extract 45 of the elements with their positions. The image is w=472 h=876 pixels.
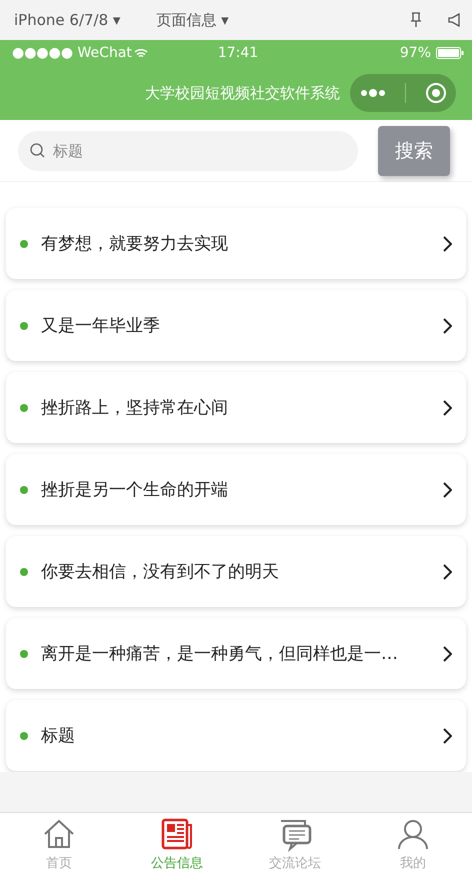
clock-time: 17:41 bbox=[216, 45, 260, 61]
capsule-menu[interactable] bbox=[350, 74, 456, 112]
notice-card[interactable]: 挫折是另一个生命的开端 bbox=[6, 454, 466, 525]
notice-card[interactable]: 标题 bbox=[6, 700, 466, 771]
notice-title: 离开是一种痛苦，是一种勇气，但同样也是一… bbox=[41, 643, 399, 665]
bullet-icon bbox=[20, 486, 28, 494]
chevron-right-icon bbox=[442, 646, 452, 662]
notice-title: 挫折是另一个生命的开端 bbox=[41, 479, 229, 501]
bullet-icon bbox=[20, 732, 28, 740]
search-field[interactable]: 标题 bbox=[18, 130, 358, 170]
pin-icon[interactable] bbox=[410, 12, 422, 28]
chat-bubbles-icon bbox=[278, 818, 312, 852]
bullet-icon bbox=[20, 240, 28, 248]
more-icon[interactable] bbox=[360, 88, 386, 98]
chevron-right-icon bbox=[442, 482, 452, 498]
page-title: 大学校园短视频社交软件系统 bbox=[145, 84, 340, 102]
battery-percent: 97% bbox=[400, 45, 432, 61]
notice-title: 你要去相信，没有到不了的明天 bbox=[41, 561, 280, 583]
speaker-icon[interactable] bbox=[448, 13, 460, 27]
chevron-right-icon bbox=[442, 318, 452, 334]
chevron-right-icon bbox=[442, 400, 452, 416]
notice-card[interactable]: 挫折路上，坚持常在心间 bbox=[6, 372, 466, 443]
notice-title: 又是一年毕业季 bbox=[41, 315, 161, 337]
wifi-icon bbox=[134, 48, 148, 58]
device-selector[interactable]: iPhone 6/7/8 ▾ bbox=[14, 11, 156, 29]
page-selector[interactable]: 页面信息 ▾ bbox=[156, 10, 384, 30]
bullet-icon bbox=[20, 568, 28, 576]
carrier-text: ●●●●● WeChat bbox=[12, 45, 132, 61]
bullet-icon bbox=[20, 650, 28, 658]
notice-card[interactable]: 离开是一种痛苦，是一种勇气，但同样也是一… bbox=[6, 618, 466, 689]
notice-title: 有梦想，就要努力去实现 bbox=[41, 233, 229, 255]
notice-card[interactable]: 又是一年毕业季 bbox=[6, 290, 466, 361]
chevron-right-icon bbox=[442, 728, 452, 744]
close-icon[interactable] bbox=[424, 82, 446, 104]
notice-title: 挫折路上，坚持常在心间 bbox=[41, 397, 229, 419]
bullet-icon bbox=[20, 322, 28, 330]
notice-card[interactable]: 你要去相信，没有到不了的明天 bbox=[6, 536, 466, 607]
chevron-right-icon bbox=[442, 236, 452, 252]
chevron-right-icon bbox=[442, 564, 452, 580]
newspaper-icon bbox=[160, 818, 194, 852]
person-icon bbox=[396, 818, 430, 852]
bullet-icon bbox=[20, 404, 28, 412]
notice-card[interactable]: 有梦想，就要努力去实现 bbox=[6, 208, 466, 279]
battery-icon bbox=[436, 47, 464, 59]
notice-title: 标题 bbox=[41, 725, 76, 747]
